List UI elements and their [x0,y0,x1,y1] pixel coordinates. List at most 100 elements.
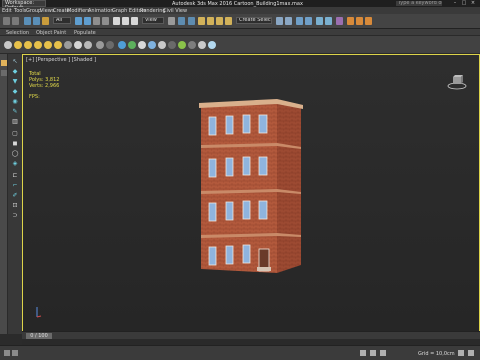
display-icon[interactable] [178,41,186,49]
secondary-toolbar [0,36,480,54]
menu-bar: Edit Tools Group Views Create Modifiers … [0,7,480,14]
rect-selection-icon[interactable] [93,17,100,25]
motion-icon[interactable] [168,41,176,49]
orbit-icon[interactable]: ◯ [11,150,19,157]
verts-label: Verts: [29,83,44,89]
render-setup-icon[interactable] [347,17,354,25]
select-by-name-icon[interactable] [84,17,91,25]
door-step [257,267,271,271]
light-icon[interactable] [74,41,82,49]
display-panel-icon[interactable]: ✎ [11,108,19,115]
schematic-view-icon[interactable] [325,17,332,25]
layer-manager-icon[interactable] [296,17,303,25]
cylinder-primitive-icon[interactable] [24,41,32,49]
render-production-icon[interactable] [365,17,372,25]
box-tool-icon[interactable]: ▢ [11,130,19,137]
zoom-all-icon[interactable] [458,350,464,356]
snaps-toggle-icon[interactable] [198,17,205,25]
pan-icon[interactable]: ⊏ [11,172,19,179]
compound-icon[interactable] [128,41,136,49]
hierarchy-icon[interactable] [158,41,166,49]
verts-value: 2,966 [45,83,60,89]
play-icon[interactable] [370,350,376,356]
curve-editor-icon[interactable] [316,17,323,25]
shape-tool-icon[interactable]: ◼ [11,140,19,147]
viewport-label[interactable]: [+] [Perspective ] [Shaded ] [26,57,96,63]
percent-snap-icon[interactable] [216,17,223,25]
window-crossing-icon[interactable] [102,17,109,25]
align-icon[interactable] [285,17,292,25]
scene-explorer-icon[interactable] [208,41,216,49]
viewport-statistics: Total Polys: 3,812 Verts: 2,966 FPS: [29,71,59,100]
building-model[interactable] [199,99,303,277]
create-icon[interactable]: ◆ [11,68,19,75]
torus-primitive-icon[interactable] [34,41,42,49]
building-side-face [277,101,301,273]
viewcube-icon[interactable] [447,71,467,91]
camera-icon[interactable] [84,41,92,49]
grid-size: Grid = 10,0cm [418,351,455,357]
next-frame-icon[interactable] [380,350,386,356]
modify-icon[interactable]: ▼ [11,78,19,85]
container-icon[interactable] [198,41,206,49]
pivot-center-icon[interactable] [168,17,175,25]
status-bar: Grid = 10,0cm [0,345,480,360]
axis-gizmo-icon [36,307,42,318]
reference-coord-dropdown[interactable]: View [142,17,164,24]
box-primitive-icon[interactable] [4,41,12,49]
select-object-icon[interactable] [75,17,82,25]
redo-icon[interactable] [12,17,19,25]
material-editor-icon[interactable] [336,17,343,25]
scene-explorer-toggle-icon[interactable] [1,60,7,66]
unlink-icon[interactable] [33,17,40,25]
left-strip [0,54,8,334]
systems-icon[interactable] [118,41,126,49]
mirror-icon[interactable] [276,17,283,25]
spinner-snap-icon[interactable] [225,17,232,25]
close-icon[interactable]: × [469,1,477,6]
sphere-primitive-icon[interactable] [14,41,22,49]
bind-space-warp-icon[interactable] [42,17,49,25]
minimize-icon[interactable]: – [451,1,459,6]
walk-through-icon[interactable]: ✐ [11,192,19,199]
maximize-viewport-icon[interactable]: ⊃ [11,212,19,219]
teapot-primitive-icon[interactable] [54,41,62,49]
spacewarp-icon[interactable] [106,41,114,49]
time-slider[interactable]: 0 / 100 [22,331,480,339]
link-icon[interactable] [24,17,31,25]
helper-icon[interactable] [96,41,104,49]
angle-snap-icon[interactable] [207,17,214,25]
cone-primitive-icon[interactable] [44,41,52,49]
select-manipulate-icon[interactable] [178,17,185,25]
key-mode-icon[interactable] [360,350,366,356]
selection-lock-icon[interactable] [12,350,18,356]
main-toolbar: All View Create Selection Se [0,14,480,29]
workspace-dropdown[interactable]: Workspace: Default [2,0,46,11]
particle-icon[interactable] [138,41,146,49]
layer-toggle-icon[interactable] [1,70,7,76]
shapes-icon[interactable] [148,41,156,49]
utilities-icon[interactable] [188,41,196,49]
graphite-toolbar-icon[interactable] [305,17,312,25]
select-icon[interactable]: ↖ [11,58,19,65]
move-icon[interactable] [113,17,120,25]
perspective-viewport[interactable]: [+] [Perspective ] [Shaded ] Total Polys… [22,54,480,332]
rendered-frame-icon[interactable] [356,17,363,25]
orbit-viewport-icon[interactable] [468,350,474,356]
selection-filter-dropdown[interactable]: All [53,17,71,24]
rotate-icon[interactable] [122,17,129,25]
undo-icon[interactable] [3,17,10,25]
maximize-icon[interactable]: □ [460,1,468,6]
keyboard-shortcut-icon[interactable] [188,17,195,25]
scale-icon[interactable] [131,17,138,25]
plane-primitive-icon[interactable] [64,41,72,49]
hierarchy-panel-icon[interactable]: ◆ [11,88,19,95]
zoom-extents-icon[interactable]: ⊡ [11,202,19,209]
zoom-icon[interactable]: ◈ [11,160,19,167]
utilities-panel-icon[interactable]: ▥ [11,118,19,125]
motion-panel-icon[interactable]: ◉ [11,98,19,105]
field-of-view-icon[interactable]: ⌐ [11,182,19,189]
named-selection-dropdown[interactable]: Create Selection Se [236,17,272,24]
search-input[interactable]: Type a keyword or phrase [396,1,442,6]
maxscript-listener-icon[interactable] [4,350,10,356]
